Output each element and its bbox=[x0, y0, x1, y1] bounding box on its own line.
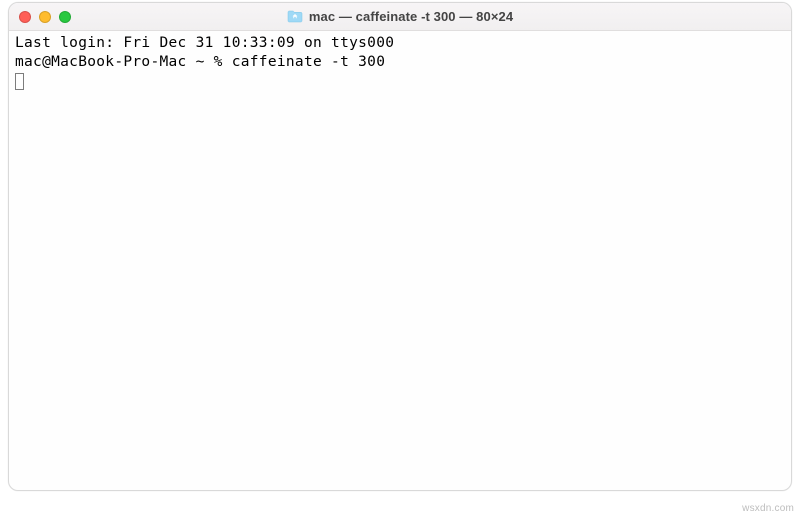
window-title: mac — caffeinate -t 300 — 80×24 bbox=[309, 9, 513, 24]
prompt-text: mac@MacBook-Pro-Mac ~ % bbox=[15, 54, 232, 70]
watermark-text: wsxdn.com bbox=[742, 503, 794, 514]
terminal-window: mac — caffeinate -t 300 — 80×24 Last log… bbox=[8, 2, 792, 491]
title-wrap: mac — caffeinate -t 300 — 80×24 bbox=[9, 9, 791, 24]
cursor-icon bbox=[15, 73, 24, 90]
maximize-icon[interactable] bbox=[59, 11, 71, 23]
folder-icon bbox=[287, 10, 303, 23]
terminal-body[interactable]: Last login: Fri Dec 31 10:33:09 on ttys0… bbox=[9, 31, 791, 95]
close-icon[interactable] bbox=[19, 11, 31, 23]
minimize-icon[interactable] bbox=[39, 11, 51, 23]
prompt-line: mac@MacBook-Pro-Mac ~ % caffeinate -t 30… bbox=[15, 53, 785, 72]
last-login-line: Last login: Fri Dec 31 10:33:09 on ttys0… bbox=[15, 34, 785, 53]
titlebar[interactable]: mac — caffeinate -t 300 — 80×24 bbox=[9, 3, 791, 31]
window-controls bbox=[9, 11, 71, 23]
command-text: caffeinate -t 300 bbox=[232, 54, 386, 70]
